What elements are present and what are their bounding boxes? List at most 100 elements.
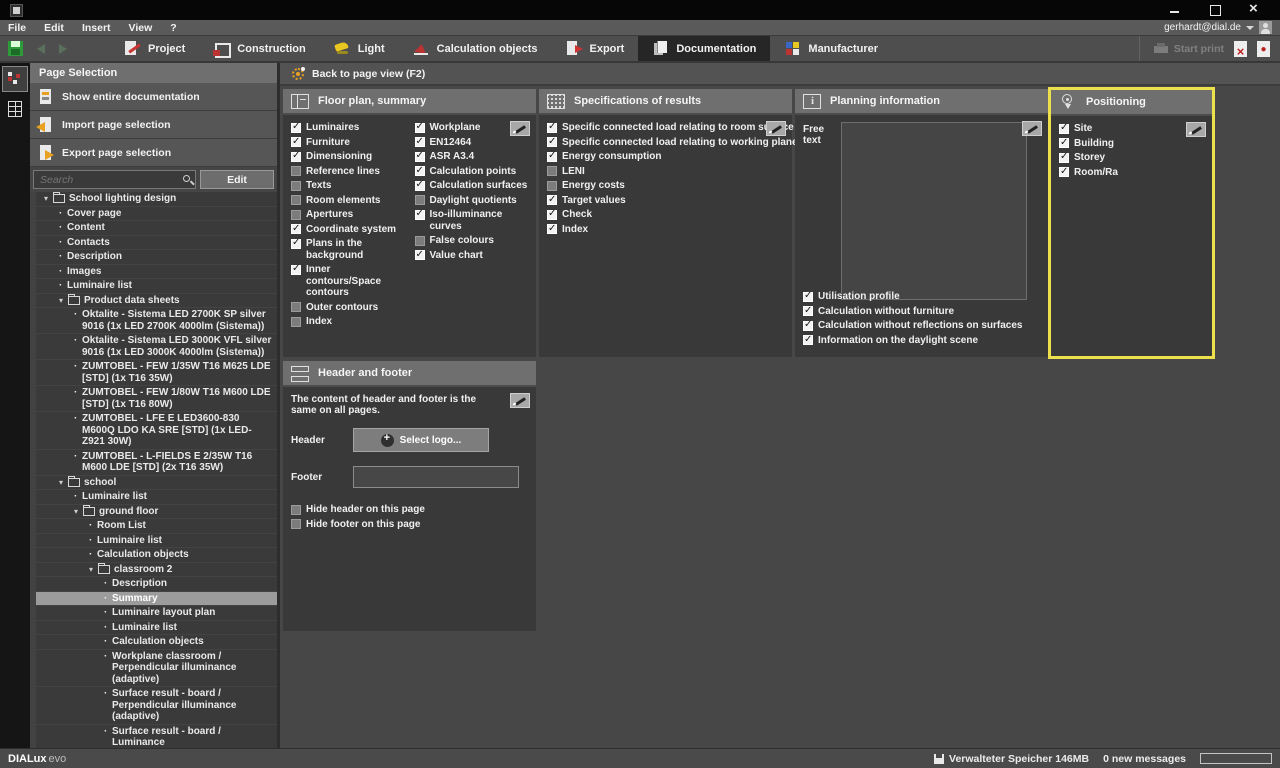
tree-item[interactable]: ▾ · school [36, 476, 277, 491]
edit-specifications-button[interactable] [766, 121, 786, 136]
checkbox[interactable] [547, 181, 557, 191]
checkbox[interactable] [547, 123, 557, 133]
page-selection-action[interactable]: Show entire documentation [30, 83, 277, 111]
checkbox[interactable] [415, 250, 425, 260]
menu-item[interactable]: Insert [82, 22, 111, 34]
edit-planning-info-button[interactable] [1022, 121, 1042, 136]
mode-tab[interactable]: Export [552, 36, 639, 61]
tree-item[interactable]: ▾ · classroom 2 [36, 563, 277, 578]
mode-tab[interactable]: Documentation [638, 36, 770, 61]
checkbox[interactable] [415, 236, 425, 246]
checkbox[interactable] [291, 123, 301, 133]
checkbox[interactable] [803, 321, 813, 331]
tree-item[interactable]: ▾ · Description [36, 250, 277, 265]
select-logo-button[interactable]: Select logo... [353, 428, 489, 452]
menu-item[interactable]: View [129, 22, 153, 34]
checkbox[interactable] [291, 137, 301, 147]
checkbox[interactable] [1059, 138, 1069, 148]
checkbox[interactable] [291, 302, 301, 312]
tree-item[interactable]: ▾ · ground floor [36, 505, 277, 520]
account-menu[interactable]: gerhardt@dial.de [1164, 21, 1272, 34]
tree-item[interactable]: ▾ · School lighting design [36, 192, 277, 207]
checkbox[interactable] [291, 152, 301, 162]
mode-tab[interactable]: Construction [199, 36, 319, 61]
pdf-cancel-icon[interactable] [1234, 41, 1247, 57]
messages-status[interactable]: 0 new messages [1103, 753, 1186, 765]
checkbox[interactable] [547, 166, 557, 176]
tree-item[interactable]: ▾ · Product data sheets [36, 294, 277, 309]
edit-positioning-button[interactable] [1186, 122, 1206, 137]
tree-expand-icon[interactable]: ▾ [89, 564, 98, 575]
tree-expand-icon[interactable]: ▾ [44, 193, 53, 204]
tree-expand-icon[interactable]: ▾ [74, 506, 83, 517]
rail-table-button[interactable] [2, 96, 28, 122]
checkbox[interactable] [291, 166, 301, 176]
checkbox[interactable] [1059, 167, 1069, 177]
tree-item[interactable]: ▾ · Surface result - board / Perpendicul… [36, 687, 277, 725]
pdf-output-icon[interactable] [1257, 41, 1270, 57]
tree-item[interactable]: ▾ · Calculation objects [36, 635, 277, 650]
tree-item[interactable]: ▾ · Surface result - board / Luminance [36, 725, 277, 749]
checkbox[interactable] [415, 137, 425, 147]
footer-input[interactable] [353, 466, 519, 488]
search-input[interactable] [34, 171, 195, 188]
tree-item[interactable]: ▾ · Luminaire list [36, 279, 277, 294]
checkbox[interactable] [803, 306, 813, 316]
mode-tab[interactable]: Light [320, 36, 399, 61]
redo-button[interactable] [52, 36, 74, 61]
tree-item[interactable]: ▾ · Summary [36, 592, 277, 607]
tree-item[interactable]: ▾ · Room List [36, 519, 277, 534]
tree-item[interactable]: ▾ · Contacts [36, 236, 277, 251]
tree-item[interactable]: ▾ · Images [36, 265, 277, 280]
menu-item[interactable]: ? [170, 22, 176, 34]
minimize-button[interactable] [1168, 3, 1182, 17]
undo-button[interactable] [30, 36, 52, 61]
tree-item[interactable]: ▾ · Luminaire list [36, 534, 277, 549]
edit-header-footer-button[interactable] [510, 393, 530, 408]
tree-item[interactable]: ▾ · Oktalite - Sistema LED 3000K VFL sil… [36, 334, 277, 360]
tree-item[interactable]: ▾ · Description [36, 577, 277, 592]
mode-tab[interactable]: Project [110, 36, 199, 61]
menu-item[interactable]: Edit [44, 22, 64, 34]
tree-item[interactable]: ▾ · ZUMTOBEL - FEW 1/80W T16 M600 LDE [S… [36, 386, 277, 412]
checkbox[interactable] [291, 181, 301, 191]
tree-item[interactable]: ▾ · Calculation objects [36, 548, 277, 563]
tree-expand-icon[interactable]: ▾ [59, 477, 68, 488]
tree-item[interactable]: ▾ · ZUMTOBEL - FEW 1/35W T16 M625 LDE [S… [36, 360, 277, 386]
checkbox[interactable] [291, 239, 301, 249]
tree-item[interactable]: ▾ · Luminaire list [36, 621, 277, 636]
checkbox[interactable] [291, 317, 301, 327]
menu-item[interactable]: File [8, 22, 26, 34]
checkbox[interactable] [547, 195, 557, 205]
checkbox[interactable] [291, 519, 301, 529]
checkbox[interactable] [291, 505, 301, 515]
tree-item[interactable]: ▾ · Workplane classroom / Perpendicular … [36, 650, 277, 688]
checkbox[interactable] [291, 265, 301, 275]
edit-floor-plan-button[interactable] [510, 121, 530, 136]
tree-item[interactable]: ▾ · Luminaire list [36, 490, 277, 505]
rail-page-selection-button[interactable] [2, 66, 28, 92]
tree-item[interactable]: ▾ · ZUMTOBEL - LFE E LED3600-830 M600Q L… [36, 412, 277, 450]
tree-item[interactable]: ▾ · Oktalite - Sistema LED 2700K SP silv… [36, 308, 277, 334]
checkbox[interactable] [291, 195, 301, 205]
page-selection-action[interactable]: Export page selection [30, 139, 277, 167]
checkbox[interactable] [291, 210, 301, 220]
tree-item[interactable]: ▾ · ZUMTOBEL - L-FIELDS E 2/35W T16 M600… [36, 450, 277, 476]
checkbox[interactable] [803, 335, 813, 345]
maximize-button[interactable] [1208, 3, 1222, 17]
checkbox[interactable] [803, 292, 813, 302]
tree-item[interactable]: ▾ · Content [36, 221, 277, 236]
tree-expand-icon[interactable]: ▾ [59, 295, 68, 306]
checkbox[interactable] [415, 123, 425, 133]
mode-tab[interactable]: Manufacturer [770, 36, 892, 61]
edit-pages-button[interactable]: Edit [200, 170, 274, 189]
tree-item[interactable]: ▾ · Cover page [36, 207, 277, 222]
close-button[interactable] [1248, 3, 1262, 17]
checkbox[interactable] [415, 181, 425, 191]
mode-tab[interactable]: Calculation objects [399, 36, 552, 61]
free-text-area[interactable] [841, 122, 1027, 300]
page-selection-action[interactable]: Import page selection [30, 111, 277, 139]
checkbox[interactable] [415, 166, 425, 176]
tree-item[interactable]: ▾ · Luminaire layout plan [36, 606, 277, 621]
checkbox[interactable] [1059, 153, 1069, 163]
